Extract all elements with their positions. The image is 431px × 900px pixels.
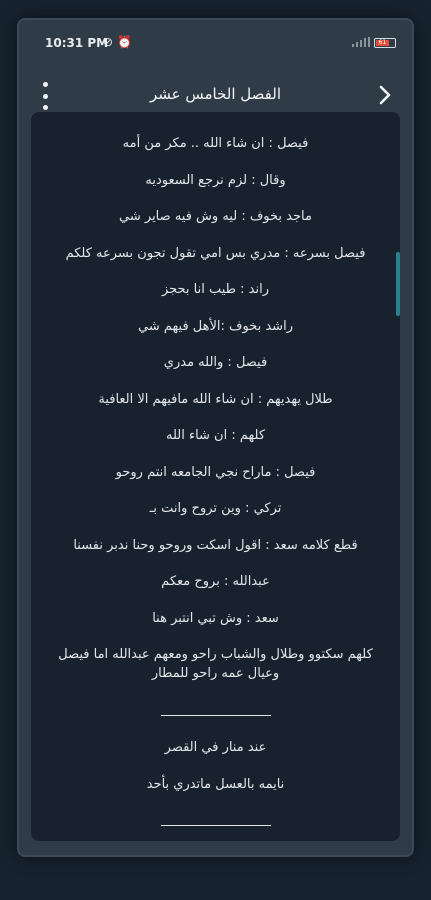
story-line: طلال يهديهم : ان شاء الله مافيهم الا الع… bbox=[98, 391, 333, 407]
story-line: وقال : لزم نرجع السعوديه bbox=[145, 172, 286, 188]
status-time: 10:31 PM bbox=[45, 36, 109, 50]
story-line: كلهم : ان شاء الله bbox=[165, 428, 266, 443]
story-line: كلهم سكتوو وطلال والشباب راحو ومعهم عبدا… bbox=[58, 647, 373, 681]
chevron-right-icon[interactable] bbox=[372, 82, 398, 108]
story-text: فيصل : ان شاء الله .. مكر من أمه وقال : … bbox=[49, 112, 382, 826]
story-line: راشد بخوف :الأهل فيهم شي bbox=[138, 318, 293, 334]
story-line: فيصل : والله مدري bbox=[163, 355, 268, 370]
section-divider bbox=[160, 825, 271, 826]
scrollbar-thumb[interactable] bbox=[396, 252, 400, 316]
story-line: فيصل : ان شاء الله .. مكر من أمه bbox=[122, 136, 309, 151]
notification-icons: ⊘⏰ bbox=[103, 35, 136, 49]
story-line: فيصل بسرعه : مدري بس امي تقول تجون بسرعه… bbox=[65, 245, 366, 261]
story-line: راند : طيب انا بحجز bbox=[161, 282, 270, 297]
story-line: فيصل : ماراح نجي الجامعه انتم روحو bbox=[115, 464, 316, 480]
story-line: نايمه بالعسل ماتدري بأحد bbox=[146, 776, 285, 792]
more-options-icon[interactable] bbox=[35, 82, 55, 110]
story-line: قطع كلامه سعد : اقول اسكت وروحو وحنا ندب… bbox=[73, 537, 358, 553]
phone-screen: 10:31 PM ⊘⏰ 61 الفصل الخامس عشر فيصل : ا… bbox=[19, 20, 412, 855]
chapter-content[interactable]: فيصل : ان شاء الله .. مكر من أمه وقال : … bbox=[31, 112, 400, 841]
story-line: ماجد بخوف : ليه وش فيه صاير شي bbox=[119, 209, 312, 224]
battery-icon: 61 bbox=[374, 38, 396, 48]
story-line: عبدالله : بروح معكم bbox=[161, 574, 270, 589]
story-line: سعد : وش تبي انتبر هنا bbox=[152, 610, 279, 626]
status-bar: 10:31 PM ⊘⏰ 61 bbox=[19, 20, 412, 68]
chapter-title: الفصل الخامس عشر bbox=[150, 85, 281, 103]
alarm-icon: ⏰ bbox=[117, 35, 137, 49]
story-line: تركي : وين تروح وانت بـ bbox=[149, 501, 282, 516]
story-line: عند منار في القصر bbox=[164, 740, 267, 755]
signal-icon bbox=[352, 37, 370, 47]
battery-level: 61 bbox=[376, 40, 389, 46]
mute-icon: ⊘ bbox=[103, 35, 118, 49]
